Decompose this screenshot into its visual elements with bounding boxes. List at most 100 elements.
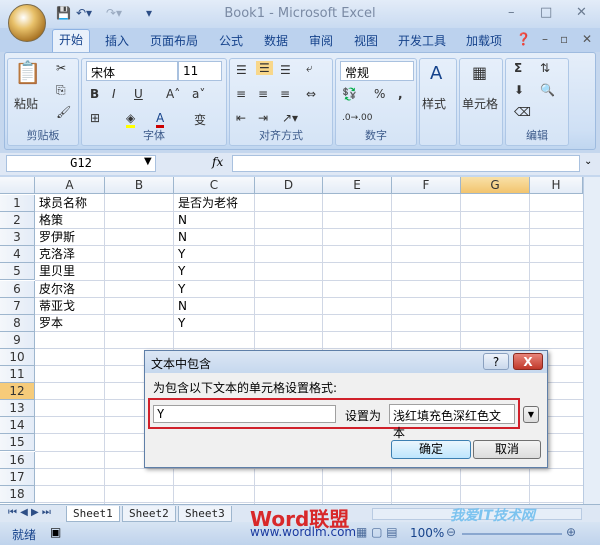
redo-icon[interactable]: ↷▾ [106, 6, 122, 20]
maximize-icon[interactable]: □ [540, 5, 552, 20]
row-header-8[interactable]: 8 [0, 314, 35, 332]
cells-button[interactable]: 单元格 [462, 95, 498, 112]
find-icon[interactable]: 🔍 [540, 83, 555, 97]
wrap-text-icon[interactable]: ⤶ [306, 61, 313, 76]
undo-icon[interactable]: ↶▾ [76, 6, 92, 20]
percent-button[interactable]: % [374, 87, 385, 101]
row-header-5[interactable]: 5 [0, 263, 35, 281]
tab-data[interactable]: 数据 [264, 32, 288, 49]
cell-A3[interactable]: 罗伊斯 [35, 229, 105, 246]
fill-color-icon[interactable]: ◈ [126, 111, 136, 128]
cell-A7[interactable]: 蒂亚戈 [35, 298, 105, 315]
row-header-1[interactable]: 1 [0, 195, 35, 213]
column-header-d[interactable]: D [255, 177, 323, 194]
dialog-close-button[interactable]: X [513, 353, 543, 370]
office-button[interactable] [8, 4, 46, 42]
phonetic-button[interactable]: 变 [194, 111, 206, 128]
ribbon-minimize-icon[interactable]: – [542, 32, 548, 46]
align-left-icon[interactable]: ≡ [236, 87, 246, 101]
tab-formulas[interactable]: 公式 [219, 32, 243, 49]
column-header-g[interactable]: G [461, 177, 530, 194]
sort-filter-icon[interactable]: ⇅ [540, 61, 550, 75]
shrink-font-icon[interactable]: a˅ [192, 87, 205, 101]
zoom-level[interactable]: 100% [410, 526, 444, 540]
borders-icon[interactable]: ⊞ [90, 111, 100, 125]
copy-icon[interactable]: ⎘ [56, 83, 66, 98]
format-select[interactable]: 浅红填充色深红色文本 [389, 404, 515, 440]
cell-C7[interactable]: N [174, 298, 255, 315]
cell-C5[interactable]: Y [174, 263, 255, 280]
macro-record-icon[interactable]: ▣ [50, 525, 61, 539]
row-header-4[interactable]: 4 [0, 246, 35, 264]
cell-A1[interactable]: 球员名称 [35, 195, 105, 212]
format-painter-icon[interactable]: 🖌 [56, 105, 71, 119]
row-header-12[interactable]: 12 [0, 383, 35, 401]
sheet-tab-sheet3[interactable]: Sheet3 [178, 506, 232, 522]
dialog-help-button[interactable]: ? [483, 353, 509, 370]
orientation-icon[interactable]: ↗▾ [282, 111, 298, 125]
expand-formula-icon[interactable]: ⌄ [584, 156, 592, 167]
cell-A8[interactable]: 罗本 [35, 315, 105, 332]
column-header-c[interactable]: C [174, 177, 255, 194]
save-icon[interactable]: 💾 [56, 6, 71, 20]
cell-C3[interactable]: N [174, 229, 255, 246]
ribbon-restore-icon[interactable]: ▫ [560, 32, 568, 46]
column-header-a[interactable]: A [35, 177, 105, 194]
cut-icon[interactable]: ✂ [56, 61, 66, 75]
merge-center-icon[interactable]: ⇔ [306, 87, 316, 101]
row-header-3[interactable]: 3 [0, 229, 35, 247]
comma-button[interactable]: , [398, 87, 403, 101]
sheet-nav-icons[interactable]: ⏮ ◀ ▶ ⏭ [8, 507, 51, 518]
row-header-18[interactable]: 18 [0, 485, 35, 503]
close-icon[interactable]: ✕ [576, 5, 587, 20]
tab-view[interactable]: 视图 [354, 32, 378, 49]
cells-group[interactable]: ▦ 单元格 [459, 58, 503, 146]
decrease-indent-icon[interactable]: ⇤ [236, 111, 246, 125]
styles-group[interactable]: A 样式 [419, 58, 457, 146]
formula-input[interactable] [232, 155, 580, 172]
row-header-16[interactable]: 16 [0, 451, 35, 469]
name-box-dropdown-icon[interactable]: ▼ [144, 156, 152, 167]
cell-A4[interactable]: 克洛泽 [35, 246, 105, 263]
currency-icon[interactable]: 💱 [342, 87, 357, 101]
autosum-button[interactable]: Σ [514, 61, 522, 75]
sheet-tab-sheet2[interactable]: Sheet2 [122, 506, 176, 522]
row-header-15[interactable]: 15 [0, 434, 35, 452]
cell-C4[interactable]: Y [174, 246, 255, 263]
tab-developer[interactable]: 开发工具 [398, 32, 446, 49]
column-header-f[interactable]: F [392, 177, 461, 194]
zoom-slider[interactable] [462, 533, 562, 535]
row-header-14[interactable]: 14 [0, 417, 35, 435]
paste-button[interactable]: 粘贴 [14, 95, 38, 112]
font-size-combo[interactable]: 11 [178, 61, 222, 81]
cell-A5[interactable]: 里贝里 [35, 263, 105, 280]
zoom-in-icon[interactable]: ⊕ [566, 525, 576, 539]
sheet-tab-sheet1[interactable]: Sheet1 [66, 506, 120, 522]
row-header-13[interactable]: 13 [0, 400, 35, 418]
row-header-17[interactable]: 17 [0, 468, 35, 486]
number-format-combo[interactable]: 常规 [340, 61, 414, 81]
cell-A6[interactable]: 皮尔洛 [35, 281, 105, 298]
cell-A2[interactable]: 格策 [35, 212, 105, 229]
cell-C8[interactable]: Y [174, 315, 255, 332]
row-header-7[interactable]: 7 [0, 297, 35, 315]
name-box[interactable]: G12 [6, 155, 156, 172]
grow-font-icon[interactable]: A˄ [166, 87, 180, 101]
format-dropdown-icon[interactable]: ▼ [523, 406, 539, 423]
align-top-icon[interactable]: ☰ [236, 63, 247, 77]
select-all-corner[interactable] [0, 177, 35, 194]
help-icon[interactable]: ❓ [516, 32, 531, 46]
paste-icon[interactable]: 📋 [14, 61, 41, 86]
align-middle-icon[interactable]: ☰ [256, 61, 273, 75]
cell-C1[interactable]: 是否为老将 [174, 195, 255, 212]
ribbon-close-icon[interactable]: ✕ [582, 32, 592, 46]
column-header-b[interactable]: B [105, 177, 174, 194]
view-buttons-icon[interactable]: ▦ ▢ ▤ [356, 525, 398, 539]
cell-C6[interactable]: Y [174, 281, 255, 298]
row-header-11[interactable]: 11 [0, 366, 35, 384]
tab-addins[interactable]: 加载项 [466, 32, 502, 49]
align-right-icon[interactable]: ≡ [280, 87, 290, 101]
ok-button[interactable]: 确定 [391, 440, 471, 459]
clear-icon[interactable]: ⌫ [514, 105, 531, 119]
row-header-2[interactable]: 2 [0, 212, 35, 230]
